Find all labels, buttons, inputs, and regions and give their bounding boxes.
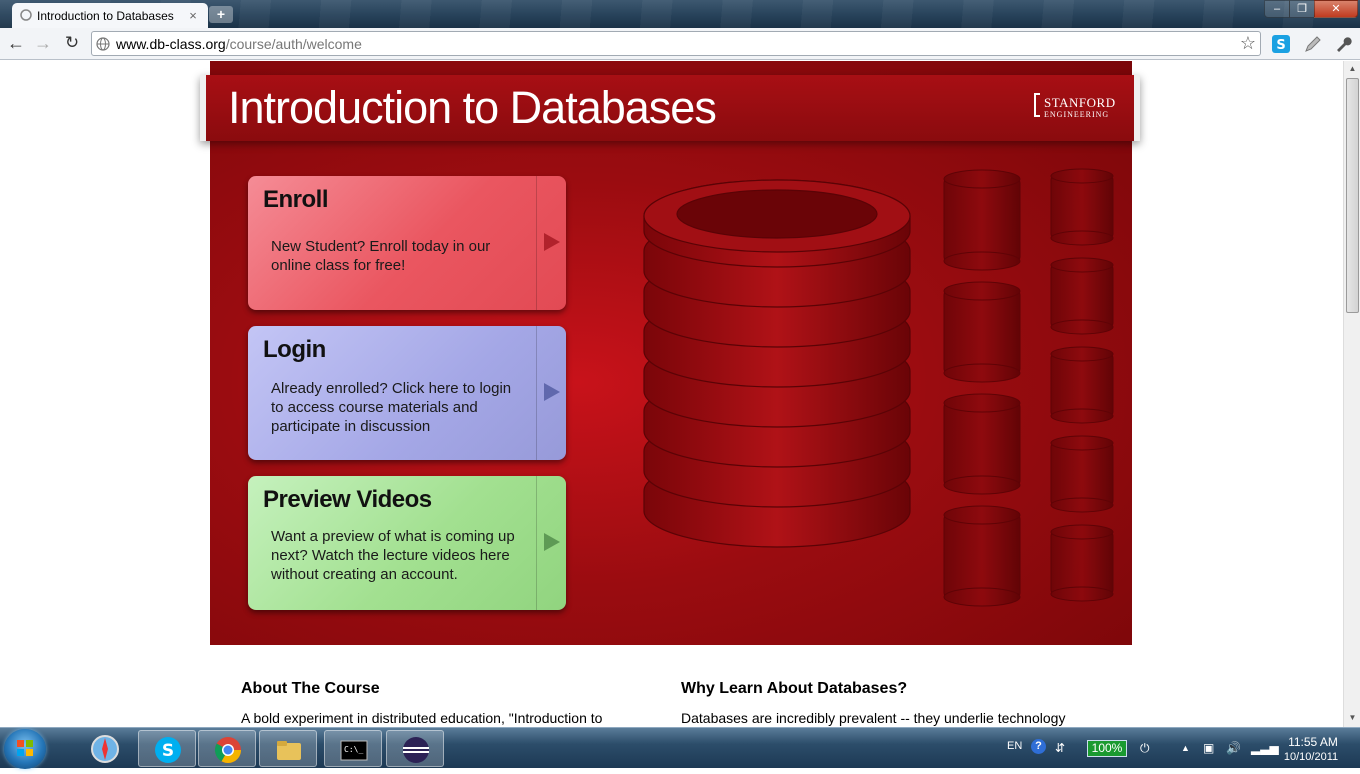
chrome-icon — [214, 737, 242, 764]
enroll-title: Enroll — [263, 186, 329, 213]
small-database-stacks — [943, 168, 1114, 607]
why-text: Databases are incredibly prevalent -- th… — [681, 710, 1066, 726]
taskbar-cmd[interactable]: C:\_ — [324, 730, 382, 767]
power-plug-icon[interactable]: ⏻ — [1140, 741, 1150, 756]
url-host: www.db-class.org — [116, 36, 226, 52]
small-database-icon — [1050, 524, 1114, 602]
minimize-button[interactable]: ‒ — [1264, 0, 1290, 18]
small-database-icon — [1050, 346, 1114, 424]
clock-time[interactable]: 11:55 AM — [1282, 735, 1344, 749]
site-title: Introduction to Databases — [228, 82, 717, 133]
safari-compass-icon — [91, 735, 119, 763]
tab-title: Introduction to Databases — [37, 8, 174, 23]
card-divider — [536, 476, 537, 610]
stanford-engineering-logo[interactable]: STANFORD ENGINEERING — [1034, 91, 1116, 123]
show-hidden-icons-icon[interactable]: ▲ — [1181, 743, 1190, 753]
tray-options-icon[interactable]: ⇵ — [1055, 741, 1065, 755]
forward-button[interactable]: → — [32, 33, 54, 55]
windows-logo-icon — [17, 740, 33, 756]
taskbar-chrome[interactable] — [198, 730, 256, 767]
login-card[interactable]: Login Already enrolled? Click here to lo… — [248, 326, 566, 460]
maximize-button[interactable]: ❐ — [1289, 0, 1315, 18]
arrow-right-icon[interactable] — [544, 533, 560, 551]
signal-icon[interactable]: ▂▃▅ — [1251, 741, 1279, 755]
address-bar[interactable]: www.db-class.org/course/auth/welcome ☆ — [91, 31, 1261, 56]
taskbar-eclipse[interactable] — [386, 730, 444, 767]
browser-toolbar: ← → ↻ www.db-class.org/course/auth/welco… — [0, 28, 1360, 60]
volume-icon[interactable]: 🔊 — [1226, 741, 1241, 755]
small-database-icon — [943, 281, 1021, 383]
wrench-icon[interactable] — [1333, 34, 1353, 54]
page-viewport: Introduction to Databases STANFORD ENGIN… — [0, 61, 1343, 727]
preview-videos-description: Want a preview of what is coming up next… — [271, 528, 515, 583]
site-header: Introduction to Databases STANFORD ENGIN… — [200, 75, 1140, 141]
tab-close-icon[interactable]: × — [186, 8, 200, 23]
about-heading: About The Course — [241, 680, 380, 697]
clock-date[interactable]: 10/10/2011 — [1278, 751, 1344, 763]
database-illustration — [643, 168, 1114, 607]
login-description: Already enrolled? Click here to login to… — [271, 380, 512, 435]
about-section: About The Course A bold experiment in di… — [241, 680, 641, 726]
language-indicator[interactable]: EN — [1007, 740, 1022, 752]
globe-icon — [96, 37, 110, 51]
bookmark-star-icon[interactable]: ☆ — [1240, 33, 1256, 54]
small-database-icon — [1050, 168, 1114, 246]
hero-banner: Introduction to Databases STANFORD ENGIN… — [200, 61, 1140, 645]
help-icon[interactable]: ? — [1031, 739, 1046, 754]
pencil-icon[interactable] — [1303, 34, 1323, 54]
url-text: www.db-class.org/course/auth/welcome — [116, 36, 362, 52]
scroll-up-icon[interactable]: ▲ — [1347, 64, 1358, 73]
why-heading: Why Learn About Databases? — [681, 680, 908, 697]
taskbar-skype[interactable]: S — [138, 730, 196, 767]
close-window-button[interactable]: ✕ — [1314, 0, 1358, 18]
why-section: Why Learn About Databases? Databases are… — [681, 680, 1081, 726]
logo-line-1: STANFORD — [1044, 95, 1116, 110]
arrow-right-icon[interactable] — [544, 383, 560, 401]
card-divider — [536, 176, 537, 310]
folder-icon — [277, 741, 301, 760]
small-database-icon — [943, 169, 1021, 271]
svg-text:S: S — [162, 741, 174, 761]
url-path: /course/auth/welcome — [225, 36, 362, 52]
scroll-thumb[interactable] — [1346, 78, 1359, 313]
svg-text:C:\_: C:\_ — [344, 745, 363, 754]
start-button[interactable] — [4, 729, 46, 769]
enroll-card[interactable]: Enroll New Student? Enroll today in our … — [248, 176, 566, 310]
page-favicon-icon — [20, 9, 32, 21]
network-icon[interactable]: ▣ — [1203, 741, 1214, 755]
login-title: Login — [263, 336, 326, 363]
preview-videos-title: Preview Videos — [263, 486, 432, 513]
eclipse-icon — [403, 737, 429, 763]
back-button[interactable]: ← — [5, 33, 27, 55]
logo-mark — [1034, 93, 1040, 117]
taskbar-safari[interactable] — [76, 730, 134, 767]
battery-indicator[interactable]: 100% — [1087, 740, 1127, 757]
enroll-description: New Student? Enroll today in our online … — [271, 238, 491, 274]
small-database-icon — [943, 505, 1021, 607]
browser-tabstrip: Introduction to Databases × + ‒ ❐ ✕ — [0, 0, 1360, 28]
small-database-icon — [1050, 435, 1114, 513]
preview-videos-card[interactable]: Preview Videos Want a preview of what is… — [248, 476, 566, 610]
big-database-icon — [643, 179, 911, 548]
svg-text:S: S — [1276, 38, 1285, 53]
scroll-down-icon[interactable]: ▼ — [1347, 713, 1358, 722]
page-scrollbar[interactable]: ▲ ▼ — [1343, 61, 1360, 727]
reload-button[interactable]: ↻ — [61, 33, 83, 55]
command-prompt-icon: C:\_ — [340, 740, 368, 761]
logo-line-2: ENGINEERING — [1044, 110, 1110, 119]
new-tab-button[interactable]: + — [209, 6, 233, 23]
card-divider — [536, 326, 537, 460]
small-database-icon — [943, 393, 1021, 495]
taskbar-explorer[interactable] — [259, 730, 317, 767]
windows-taskbar: S C:\_ EN ? ⇵ 100% ⏻ ▲ ▣ 🔊 ▂▃▅ 11:55 AM … — [0, 727, 1360, 769]
browser-tab[interactable]: Introduction to Databases × — [12, 3, 208, 28]
arrow-right-icon[interactable] — [544, 233, 560, 251]
skype-icon: S — [155, 737, 181, 763]
about-text: A bold experiment in distributed educati… — [241, 710, 603, 726]
small-database-icon — [1050, 257, 1114, 335]
skype-extension-icon[interactable]: S — [1271, 34, 1291, 54]
